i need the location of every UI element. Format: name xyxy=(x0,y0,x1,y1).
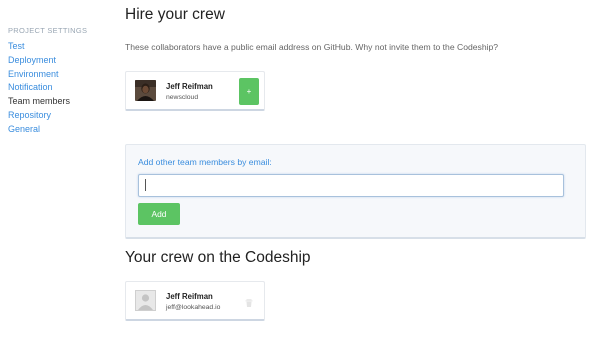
avatar xyxy=(135,80,156,101)
project-settings-sidebar: PROJECT SETTINGS Test Deployment Environ… xyxy=(8,26,108,137)
sidebar-item-repository[interactable]: Repository xyxy=(8,109,108,123)
email-input[interactable] xyxy=(138,174,564,197)
collaborator-username: newscloud xyxy=(166,94,199,101)
collaborator-name: Jeff Reifman xyxy=(166,82,213,91)
crew-member-card: Jeff Reifman jeff@lookahead.io xyxy=(125,281,265,321)
sidebar-item-general[interactable]: General xyxy=(8,123,108,137)
suggested-collaborator-card: Jeff Reifman newscloud + xyxy=(125,71,265,111)
page: PROJECT SETTINGS Test Deployment Environ… xyxy=(0,0,600,338)
text-caret xyxy=(145,179,146,191)
sidebar-item-environment[interactable]: Environment xyxy=(8,68,108,82)
member-email: jeff@lookahead.io xyxy=(166,304,221,311)
trash-icon[interactable] xyxy=(244,295,254,307)
hire-crew-intro: These collaborators have a public email … xyxy=(125,42,499,52)
user-photo-icon xyxy=(135,80,156,101)
invite-by-email-panel: Add other team members by email: Add xyxy=(125,144,586,239)
sidebar-item-team-members[interactable]: Team members xyxy=(8,95,108,109)
your-crew-title: Your crew on the Codeship xyxy=(125,249,311,266)
add-member-button[interactable]: Add xyxy=(138,203,180,225)
member-name: Jeff Reifman xyxy=(166,292,213,301)
sidebar-heading: PROJECT SETTINGS xyxy=(8,26,88,35)
hire-crew-title: Hire your crew xyxy=(125,6,225,23)
sidebar-item-notification[interactable]: Notification xyxy=(8,81,108,95)
sidebar-item-deployment[interactable]: Deployment xyxy=(8,54,108,68)
add-collaborator-button[interactable]: + xyxy=(239,78,259,105)
sidebar-item-test[interactable]: Test xyxy=(8,40,108,54)
default-avatar xyxy=(135,290,156,311)
user-silhouette-icon xyxy=(136,291,155,310)
invite-email-label: Add other team members by email: xyxy=(138,157,272,167)
